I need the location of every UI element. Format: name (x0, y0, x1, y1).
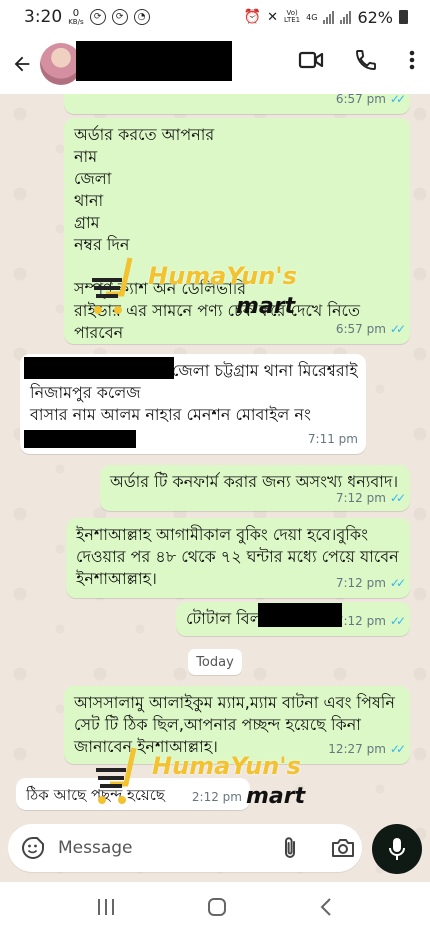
network-type: 4G (306, 12, 318, 22)
attach-icon[interactable] (280, 835, 300, 861)
network-bottom: LTE1 (284, 16, 301, 24)
message-line: সম্পূর্ণ ক্যাশ অন ডেলিভারি (74, 279, 247, 298)
message-bubble-outgoing[interactable]: ইনশাআল্লাহ আগামীকাল বুকিং দেয়া হবে।বুকি… (66, 518, 410, 598)
phone-icon[interactable] (354, 48, 378, 72)
read-ticks-icon: ✓✓ (389, 576, 406, 590)
vibrate-icon: ✕ (267, 9, 279, 25)
data-speed-value: 0 (72, 7, 80, 19)
message-meta: 2:12 pm (192, 786, 242, 808)
system-nav-bar (0, 882, 430, 932)
message-time: 12:27 pm (328, 742, 386, 756)
day-separator: Today (188, 649, 242, 675)
message-bubble-outgoing[interactable]: 6:57 pm ✓✓ (64, 94, 410, 114)
message-meta: 7:12 pm ✓✓ (335, 487, 406, 509)
redacted-text (24, 357, 174, 379)
message-line: অর্ডার করতে আপনার (74, 125, 215, 144)
contact-name-redacted[interactable] (76, 41, 232, 81)
data-speed-unit: KB/s (68, 17, 84, 26)
message-input-bar (0, 818, 430, 880)
read-ticks-icon: ✓✓ (389, 94, 406, 106)
back-button[interactable] (4, 46, 40, 82)
signal-icon-2 (340, 10, 352, 24)
message-line: দেওয়ার পর ৪৮ থেকে ৭২ ঘন্টার মধ্যে পেয়ে… (76, 547, 399, 566)
message-time: 6:57 pm (335, 322, 386, 336)
read-ticks-icon: ✓✓ (389, 491, 406, 505)
camera-icon[interactable] (330, 837, 356, 859)
read-ticks-icon: ✓✓ (389, 322, 406, 336)
message-time: 7:12 pm (335, 576, 386, 590)
message-line: সেট টি ঠিক ছিল,আপনার পচ্ছন্দ হয়েছে কিনা (74, 715, 361, 734)
message-line: বাসার নাম আলম নাহার মেনশন মোবাইল নং (30, 405, 311, 424)
message-meta: 6:57 pm ✓✓ (335, 94, 406, 110)
voice-record-button[interactable] (372, 824, 422, 874)
recent-apps-icon[interactable] (95, 897, 117, 917)
message-time: 7:12 pm (335, 614, 386, 628)
read-ticks-icon: ✓✓ (389, 614, 406, 628)
message-line: গ্রাম (74, 213, 100, 232)
message-meta: 7:11 pm (308, 428, 358, 450)
sync-icon-2: ⟳ (111, 9, 128, 25)
signal-icon (323, 10, 335, 24)
message-line: নম্বর দিন (74, 235, 130, 254)
video-call-icon[interactable] (298, 49, 324, 71)
read-ticks-icon: ✓✓ (389, 742, 406, 756)
message-time: 7:11 pm (307, 432, 358, 446)
message-meta: 7:12 pm ✓✓ (335, 572, 406, 594)
message-input-container[interactable] (8, 824, 362, 872)
message-line: থানা (74, 191, 104, 210)
emoji-sticker-icon[interactable] (20, 835, 46, 861)
status-bar: 3:20 0 KB/s ⟳ ⟳ ◔ ⏰ ✕ Vo) LTE1 4G 62% (0, 0, 430, 34)
redacted-text (24, 430, 136, 448)
microphone-icon (389, 838, 405, 860)
data-saver-icon: ◔ (133, 9, 150, 25)
back-arrow-icon (14, 56, 30, 72)
message-bubble-outgoing[interactable]: অর্ডার করতে আপনার নাম জেলা থানা গ্রাম নম… (64, 118, 410, 344)
sync-icon: ⟳ (89, 9, 106, 25)
message-meta: 7:12 pm ✓✓ (335, 610, 406, 632)
alarm-icon: ⏰ (243, 9, 262, 25)
message-time: 6:57 pm (335, 94, 386, 106)
home-icon[interactable] (206, 896, 228, 918)
message-line: জেলা (74, 169, 112, 188)
message-time: 2:12 pm (191, 790, 242, 804)
status-time: 3:20 (24, 7, 63, 27)
message-bubble-incoming[interactable]: ঠিক আছে পছন্দ হয়েছে 2:12 pm (16, 778, 250, 810)
data-speed-indicator: 0 KB/s (68, 7, 84, 26)
message-line: আসসালামু আলাইকুম ম্যাম,ম্যাম বাটনা এবং প… (74, 693, 395, 712)
watermark-line2: mart (246, 784, 306, 809)
message-meta: 12:27 pm ✓✓ (328, 738, 406, 760)
chat-area[interactable]: 6:57 pm ✓✓ অর্ডার করতে আপনার নাম জেলা থা… (0, 94, 430, 882)
battery-percent: 62% (357, 7, 393, 27)
message-bubble-outgoing[interactable]: অর্ডার টি কনফার্ম করার জন্য অসংখ্য ধন্যব… (100, 465, 410, 511)
redacted-text (258, 603, 342, 627)
chat-header (0, 34, 430, 94)
message-line: নাম (74, 147, 98, 166)
message-bubble-outgoing[interactable]: আসসালামু আলাইকুম ম্যাম,ম্যাম বাটনা এবং প… (64, 686, 410, 764)
more-vert-icon[interactable] (408, 49, 416, 71)
battery-icon (399, 10, 408, 24)
message-line: নিজামপুর কলেজ (30, 383, 141, 402)
message-line: ইনশাআল্লাহ আগামীকাল বুকিং দেয়া হবে।বুকি… (76, 525, 368, 544)
back-nav-icon[interactable] (317, 896, 335, 918)
message-input[interactable] (58, 838, 258, 858)
message-meta: 6:57 pm ✓✓ (335, 318, 406, 340)
network-label: Vo) LTE1 (284, 10, 300, 24)
message-time: 7:12 pm (335, 491, 386, 505)
